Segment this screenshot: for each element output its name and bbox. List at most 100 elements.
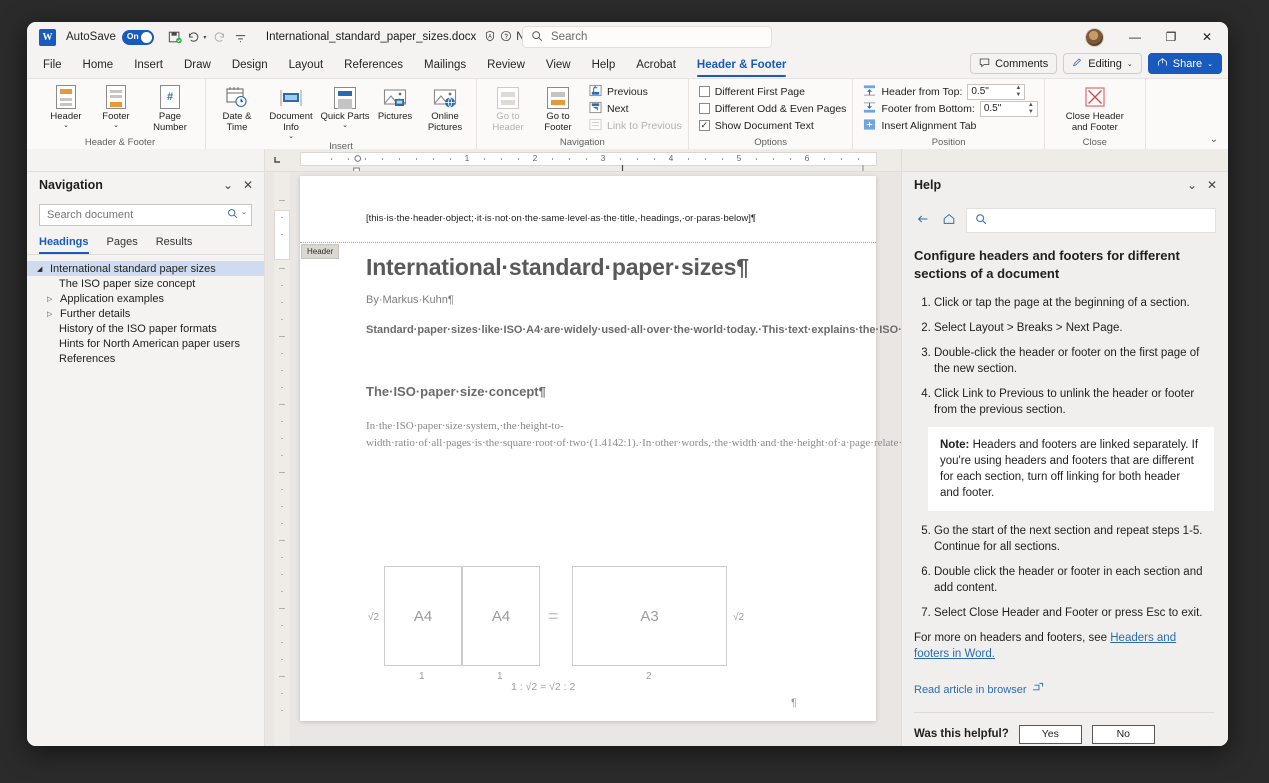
- feedback-no-button[interactable]: No: [1092, 725, 1155, 744]
- avatar[interactable]: [1085, 28, 1104, 47]
- online-pictures-button[interactable]: Online Pictures: [420, 81, 470, 133]
- close-icon[interactable]: ✕: [1202, 178, 1222, 192]
- search-input[interactable]: Search: [522, 26, 772, 48]
- header-from-top-input[interactable]: 0.5" ▲▼: [967, 84, 1025, 100]
- center-tab-marker[interactable]: [618, 160, 626, 166]
- qat-overflow-icon[interactable]: [230, 26, 252, 48]
- heading-item-the-iso-paper-size-concept[interactable]: The ISO paper size concept: [27, 276, 264, 291]
- spinner-arrows-icon[interactable]: ▲▼: [1015, 85, 1021, 99]
- quick-parts-button[interactable]: Quick Parts ⌄: [320, 81, 370, 129]
- document-lead-paragraph[interactable]: Standard·paper·sizes·like·ISO·A4·are·wid…: [366, 322, 806, 339]
- checkbox-unchecked-icon[interactable]: [699, 86, 710, 97]
- feedback-yes-button[interactable]: Yes: [1019, 725, 1082, 744]
- tab-layout[interactable]: Layout: [279, 56, 334, 74]
- horizontal-ruler[interactable]: 1 2 3 4 5 6: [290, 149, 901, 171]
- chevron-down-icon[interactable]: ⌄: [241, 208, 247, 222]
- back-arrow-icon[interactable]: [914, 212, 932, 229]
- different-first-page-option[interactable]: Different First Page: [699, 83, 847, 100]
- read-article-in-browser-link[interactable]: Read article in browser: [914, 682, 1214, 699]
- help-footer-paragraph: For more on headers and footers, see Hea…: [914, 630, 1214, 662]
- header-from-top-row[interactable]: Header from Top: 0.5" ▲▼: [863, 83, 1037, 100]
- editing-button[interactable]: Editing ⌄: [1063, 53, 1142, 74]
- redo-icon[interactable]: [208, 26, 230, 48]
- share-button[interactable]: Share ⌄: [1148, 53, 1222, 74]
- heading-item-application-examples[interactable]: ▷ Application examples: [27, 291, 264, 306]
- paper-size-figure[interactable]: √2 A4 A4 = A3 √2 1 1 2 1 : √2 = √2 : 2: [366, 556, 816, 701]
- search-icon[interactable]: [227, 208, 238, 222]
- close-icon[interactable]: ✕: [238, 178, 258, 192]
- tab-mailings[interactable]: Mailings: [414, 56, 476, 74]
- chevron-collapsed-icon[interactable]: ▷: [47, 310, 55, 318]
- heading-item-international-standard-paper-sizes[interactable]: ◢ International standard paper sizes: [27, 261, 264, 276]
- save-icon[interactable]: [164, 26, 186, 48]
- footer-from-bottom-label: Footer from Bottom:: [881, 103, 974, 115]
- first-line-indent-marker[interactable]: [352, 149, 360, 155]
- navtab-results[interactable]: Results: [156, 236, 193, 254]
- tab-help[interactable]: Help: [582, 56, 626, 74]
- document-canvas[interactable]: [this·is·the·header·object;·it·is·not·on…: [265, 172, 901, 746]
- navtab-headings[interactable]: Headings: [39, 236, 89, 254]
- navigation-search-input[interactable]: Search document ⌄: [39, 204, 252, 226]
- navtab-pages[interactable]: Pages: [107, 236, 138, 254]
- tab-review[interactable]: Review: [477, 56, 535, 74]
- spinner-arrows-icon[interactable]: ▲▼: [1028, 102, 1034, 116]
- document-heading-2[interactable]: The·ISO·paper·size·concept¶: [366, 384, 546, 399]
- home-icon[interactable]: [940, 212, 958, 229]
- collapse-ribbon-icon[interactable]: ⌄: [1210, 134, 1218, 145]
- show-document-text-option[interactable]: ✓ Show Document Text: [699, 117, 847, 134]
- sensitivity-icon[interactable]: A: [484, 30, 496, 45]
- close-header-and-footer-button[interactable]: Close Header and Footer: [1059, 81, 1131, 133]
- document-title[interactable]: International_standard_paper_sizes.docx: [266, 31, 476, 43]
- footer-button[interactable]: Footer ⌄: [91, 81, 141, 129]
- footer-from-bottom-row[interactable]: Footer from Bottom: 0.5" ▲▼: [863, 100, 1037, 117]
- different-odd-even-option[interactable]: Different Odd & Even Pages: [699, 100, 847, 117]
- heading-item-further-details[interactable]: ▷ Further details: [27, 306, 264, 321]
- page-number-button[interactable]: # Page Number: [141, 81, 199, 133]
- previous-button[interactable]: Previous: [589, 83, 682, 100]
- comments-button[interactable]: Comments: [970, 53, 1057, 74]
- chevron-down-icon[interactable]: ⌄: [218, 178, 238, 192]
- right-tab-marker[interactable]: [856, 160, 864, 166]
- footer-from-bottom-input[interactable]: 0.5" ▲▼: [980, 101, 1038, 117]
- tab-header-and-footer[interactable]: Header & Footer: [687, 56, 796, 74]
- go-to-footer-button[interactable]: Go to Footer: [533, 81, 583, 133]
- insert-alignment-tab-button[interactable]: Insert Alignment Tab: [863, 117, 1037, 134]
- help-search-input[interactable]: [966, 208, 1216, 233]
- go-to-header-icon: [497, 83, 519, 109]
- heading-item-hints-for-north-american-paper-users[interactable]: Hints for North American paper users: [27, 336, 264, 351]
- tab-design[interactable]: Design: [222, 56, 278, 74]
- document-page[interactable]: [this·is·the·header·object;·it·is·not·on…: [300, 176, 876, 721]
- chevron-collapsed-icon[interactable]: ▷: [47, 295, 55, 303]
- vertical-ruler[interactable]: [274, 172, 290, 746]
- heading-item-history-of-the-iso-paper-formats[interactable]: History of the ISO paper formats: [27, 321, 264, 336]
- tab-draw[interactable]: Draw: [174, 56, 221, 74]
- hanging-indent-marker[interactable]: [352, 162, 360, 168]
- ribbon-group-header-footer: Header ⌄ Footer ⌄ # Page Number H: [35, 79, 206, 149]
- heading-item-references[interactable]: References: [27, 351, 264, 366]
- tab-view[interactable]: View: [536, 56, 581, 74]
- date-and-time-button[interactable]: Date & Time: [212, 81, 262, 133]
- tab-acrobat[interactable]: Acrobat: [626, 56, 686, 74]
- undo-icon[interactable]: ▾: [186, 26, 208, 48]
- tab-home[interactable]: Home: [73, 56, 124, 74]
- restore-button[interactable]: ❐: [1154, 23, 1188, 51]
- document-header-text[interactable]: [this·is·the·header·object;·it·is·not·on…: [366, 213, 756, 224]
- tab-references[interactable]: References: [334, 56, 413, 74]
- minimize-button[interactable]: —: [1118, 23, 1152, 51]
- document-body-paragraph[interactable]: In·the·ISO·paper·size·system,·the·height…: [366, 418, 816, 452]
- checkbox-unchecked-icon[interactable]: [699, 103, 710, 114]
- autosave-toggle[interactable]: On: [122, 30, 154, 45]
- tab-stop-icon[interactable]: [265, 149, 290, 171]
- document-byline[interactable]: By·Markus·Kuhn¶: [366, 294, 454, 306]
- page-title[interactable]: International·standard·paper·sizes¶: [366, 254, 749, 281]
- chevron-down-icon[interactable]: ⌄: [1182, 178, 1202, 192]
- next-button[interactable]: Next: [589, 100, 682, 117]
- tab-file[interactable]: File: [33, 56, 72, 74]
- document-info-button[interactable]: Document Info ⌄: [262, 81, 320, 140]
- tab-insert[interactable]: Insert: [124, 56, 173, 74]
- chevron-expanded-icon[interactable]: ◢: [37, 265, 45, 273]
- pictures-button[interactable]: Pictures: [370, 81, 420, 122]
- header-button[interactable]: Header ⌄: [41, 81, 91, 129]
- checkbox-checked-icon[interactable]: ✓: [699, 120, 710, 131]
- close-button[interactable]: ✕: [1190, 23, 1224, 51]
